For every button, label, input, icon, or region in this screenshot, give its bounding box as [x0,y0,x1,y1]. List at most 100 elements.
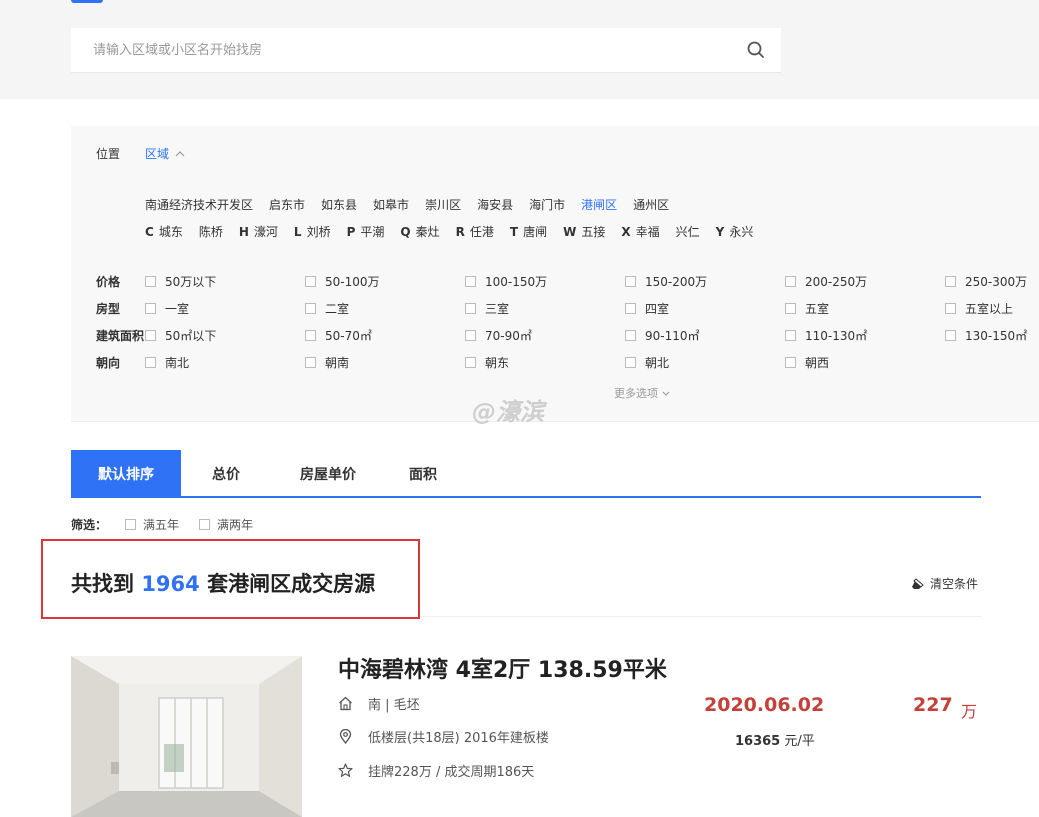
checkbox[interactable] [125,519,137,530]
checkbox[interactable] [145,357,156,368]
town-item[interactable]: H 濠河 [239,223,278,240]
town-item[interactable]: 兴仁 [676,223,700,240]
filter-option-label: 50-70㎡ [325,329,372,343]
orientation-text: 南 | 毛坯 [368,698,420,713]
district-item[interactable]: 海门市 [529,196,565,213]
sort-tab[interactable]: 总价 [181,450,271,498]
checkbox[interactable] [145,330,156,341]
town-item[interactable]: T 唐闸 [510,223,547,240]
sort-tab[interactable]: 房屋单价 [271,450,385,498]
town-item[interactable]: X 幸福 [621,223,659,240]
checkbox[interactable] [785,357,796,368]
district-item[interactable]: 南通经济技术开发区 [145,196,253,213]
checkbox[interactable] [625,357,636,368]
clear-filters-button[interactable]: 清空条件 [911,575,978,592]
filter-option[interactable]: 90-110㎡ [625,327,700,344]
search-input[interactable] [71,28,731,72]
town-letter: Y [715,225,725,239]
checkbox[interactable] [785,276,796,287]
eraser-icon [912,577,924,589]
checkbox[interactable] [945,330,956,341]
town-letter: X [621,225,631,239]
checkbox[interactable] [145,303,156,314]
filter-option-label: 南北 [165,356,190,370]
search-button[interactable] [731,28,781,72]
filter-option-label: 四室 [645,302,670,316]
checkbox[interactable] [465,276,476,287]
filter-option-label: 朝西 [805,356,830,370]
filter-option[interactable]: 五室 [785,300,829,317]
district-item[interactable]: 启东市 [269,196,305,213]
filter-option[interactable]: 50-100万 [305,273,380,290]
town-letter: T [509,225,519,239]
listing-photo[interactable] [71,656,302,817]
filter-option[interactable]: 50-70㎡ [305,327,372,344]
filter-option[interactable]: 朝东 [465,354,509,371]
listing-title[interactable]: 中海碧林湾 4室2厅 138.59平米 [338,652,667,684]
checkbox[interactable] [199,519,211,530]
town-item[interactable]: Y 永兴 [716,223,754,240]
checkbox[interactable] [305,330,316,341]
checkbox[interactable] [625,303,636,314]
town-item[interactable]: C 城东 [145,223,183,240]
filter-option[interactable]: 130-150㎡ [945,327,1027,344]
town-item[interactable]: 陈桥 [199,223,223,240]
district-item[interactable]: 如东县 [321,196,357,213]
filter-option[interactable]: 四室 [625,300,669,317]
town-item[interactable]: Q 秦灶 [400,223,439,240]
checkbox[interactable] [945,276,956,287]
town-item[interactable]: R 任港 [456,223,494,240]
town-letter: L [293,225,302,239]
checkbox[interactable] [785,330,796,341]
filter-option[interactable]: 250-300万 [945,273,1027,290]
filter-option-label: 200-250万 [805,275,868,289]
screen-option-five-years[interactable]: 满五年 [125,516,179,533]
more-options-button[interactable]: 更多选项 [614,385,670,401]
sort-tab[interactable]: 面积 [385,450,461,498]
listing-orientation: 南 | 毛坯 [338,694,420,713]
checkbox[interactable] [625,330,636,341]
filter-option[interactable]: 110-130㎡ [785,327,867,344]
district-item[interactable]: 如皋市 [373,196,409,213]
district-item[interactable]: 港闸区 [581,196,617,213]
filter-option[interactable]: 200-250万 [785,273,867,290]
checkbox[interactable] [945,303,956,314]
filter-option[interactable]: 150-200万 [625,273,707,290]
filter-option[interactable]: 三室 [465,300,509,317]
filter-option[interactable]: 50万以下 [145,273,216,290]
filter-option[interactable]: 50㎡以下 [145,327,216,344]
filter-option[interactable]: 五室以上 [945,300,1013,317]
filter-option[interactable]: 100-150万 [465,273,547,290]
checkbox[interactable] [305,357,316,368]
town-item[interactable]: P 平潮 [347,223,385,240]
checkbox[interactable] [305,303,316,314]
sort-tab[interactable]: 默认排序 [71,450,181,498]
region-tab[interactable]: 区域 [145,145,185,162]
town-item[interactable]: W 五接 [563,223,605,240]
filter-option[interactable]: 朝南 [305,354,349,371]
checkbox[interactable] [465,303,476,314]
checkbox[interactable] [785,303,796,314]
filter-option[interactable]: 朝西 [785,354,829,371]
town-letter: W [563,225,577,239]
result-prefix: 共找到 [71,572,134,596]
screen-option-two-years[interactable]: 满两年 [199,516,253,533]
district-item[interactable]: 海安县 [477,196,513,213]
checkbox[interactable] [145,276,156,287]
checkbox[interactable] [465,357,476,368]
filter-option-label: 130-150㎡ [965,329,1028,343]
checkbox[interactable] [465,330,476,341]
filter-option[interactable]: 朝北 [625,354,669,371]
filter-option[interactable]: 70-90㎡ [465,327,532,344]
filter-option-label: 二室 [325,302,350,316]
town-name: 幸福 [635,225,660,239]
checkbox[interactable] [305,276,316,287]
checkbox[interactable] [625,276,636,287]
district-item[interactable]: 通州区 [633,196,669,213]
filter-row: 价格 50万以下 50-100万 100-150万 150-200万 200-250万 25… [71,273,1039,289]
filter-option[interactable]: 一室 [145,300,189,317]
district-item[interactable]: 崇川区 [425,196,461,213]
town-item[interactable]: L 刘桥 [294,223,331,240]
filter-option[interactable]: 南北 [145,354,189,371]
filter-option[interactable]: 二室 [305,300,349,317]
